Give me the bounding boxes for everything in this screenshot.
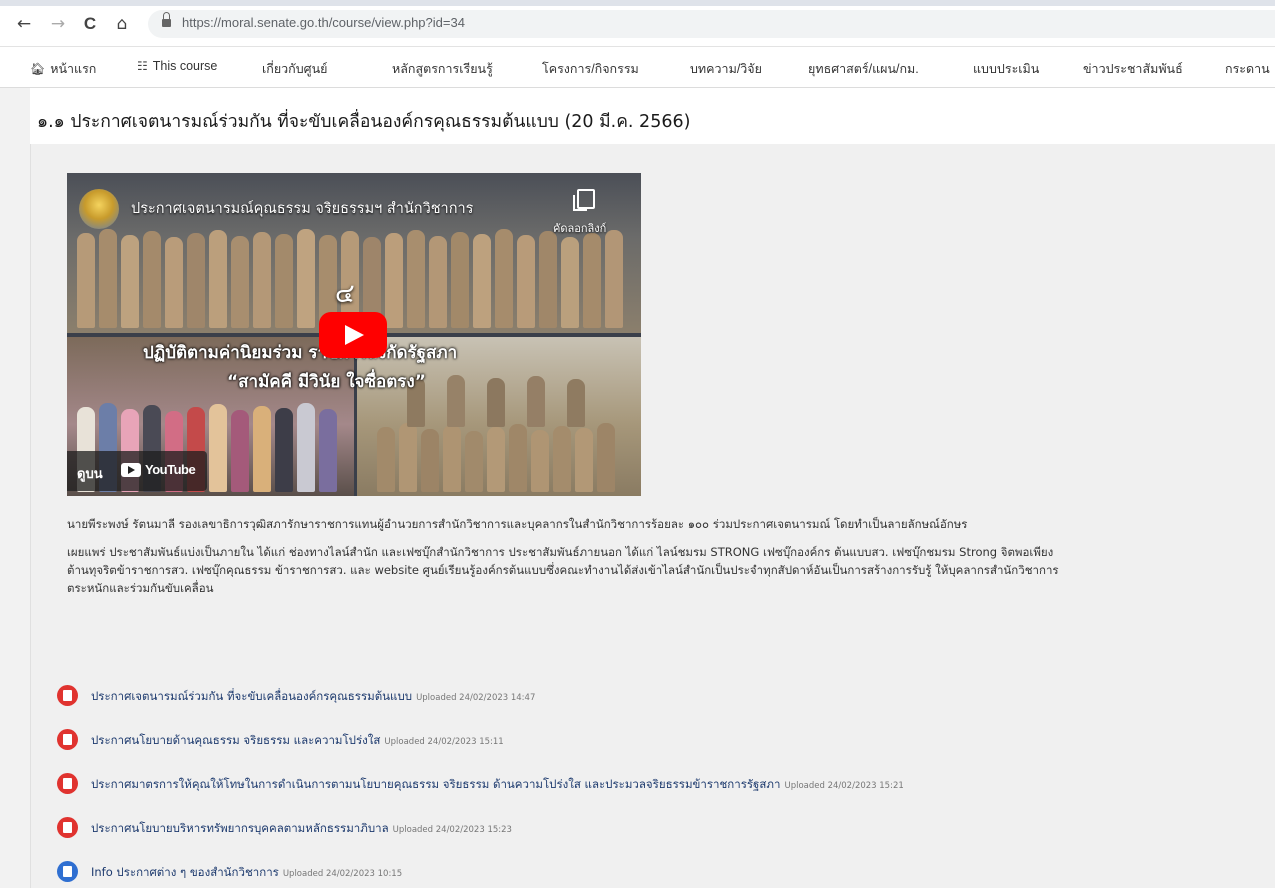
- nav-item-board[interactable]: กระดาน: [1225, 59, 1270, 79]
- description-paragraph-2-line1: เผยแพร่ ประชาสัมพันธ์แบ่งเป็นภายใน ได้แก…: [67, 545, 1054, 559]
- url-text[interactable]: https://moral.senate.go.th/course/view.p…: [182, 15, 465, 30]
- home-icon[interactable]: ⌂: [112, 14, 132, 34]
- nav-item-projects[interactable]: โครงการ/กิจกรรม: [542, 59, 639, 79]
- attachment-name[interactable]: ประกาศนโยบายบริหารทรัพยากรบุคคลตามหลักธร…: [91, 821, 389, 835]
- play-icon[interactable]: [319, 312, 387, 358]
- description-paragraph-2-line3: ตระหนักและร่วมกันขับเคลื่อน: [67, 581, 214, 595]
- video-overlay-line2: “สามัคคี มีวินัย ใจซื่อตรง”: [227, 372, 426, 392]
- youtube-icon: [121, 463, 141, 477]
- back-icon[interactable]: ←: [14, 14, 34, 34]
- attachment-meta: Uploaded 24/02/2023 15:21: [784, 781, 904, 791]
- pdf-icon: [57, 773, 78, 794]
- pdf-icon: [57, 817, 78, 838]
- document-icon: [57, 861, 78, 882]
- video-title[interactable]: ประกาศเจตนารมณ์คุณธรรม จริยธรรมฯ สำนักวิ…: [131, 197, 473, 220]
- attachment-name[interactable]: ประกาศนโยบายด้านคุณธรรม จริยธรรม และความ…: [91, 733, 380, 747]
- site-navbar: 🏠︎ หน้าแรก ☷ This course เกี่ยวกับศูนย์ หล…: [0, 47, 1275, 88]
- attachment-name[interactable]: ประกาศมาตรการให้คุณให้โทษในการดำเนินการต…: [91, 777, 780, 791]
- thai-number-overlay: ๔: [335, 279, 355, 309]
- pdf-icon: [57, 729, 78, 750]
- attachment-name[interactable]: ประกาศเจตนารมณ์ร่วมกัน ที่จะขับเคลื่อนอง…: [91, 689, 412, 703]
- home-icon: 🏠︎: [30, 62, 46, 76]
- nav-item-about[interactable]: เกี่ยวกับศูนย์: [262, 59, 328, 79]
- description-paragraph-1: นายพีระพงษ์ รัตนมาลี รองเลขาธิการวุฒิสภา…: [67, 517, 968, 531]
- nav-item-curriculum[interactable]: หลักสูตรการเรียนรู้: [392, 59, 493, 79]
- pdf-icon: [57, 685, 78, 706]
- sitemap-icon: ☷: [137, 59, 148, 73]
- tab-strip-edge: [0, 0, 1275, 6]
- copy-link-icon[interactable]: [573, 189, 595, 211]
- nav-item-home[interactable]: 🏠︎ หน้าแรก: [30, 59, 96, 79]
- attachment-meta: Uploaded 24/02/2023 15:23: [392, 825, 512, 835]
- address-bar[interactable]: https://moral.senate.go.th/course/view.p…: [148, 10, 1275, 38]
- nav-item-articles[interactable]: บทความ/วิจัย: [690, 59, 762, 79]
- video-overlay-line1: ปฏิบัติตามค่านิยมร่วม ราชการสังกัดรัฐสภา: [143, 343, 458, 363]
- description-paragraph-2-line2: ต้านทุจริตข้าราชการสว. เฟซบุ๊กคุณธรรม ข้…: [67, 563, 1059, 577]
- page-title: ๑.๑ ประกาศเจตนารมณ์ร่วมกัน ที่จะขับเคลื่…: [37, 112, 691, 132]
- youtube-embed[interactable]: ประกาศเจตนารมณ์คุณธรรม จริยธรรมฯ สำนักวิ…: [67, 173, 641, 496]
- lock-icon[interactable]: [162, 12, 171, 27]
- watch-on-label: ดูบน: [77, 467, 103, 482]
- forward-icon[interactable]: →: [48, 14, 68, 34]
- youtube-label: YouTube: [145, 462, 196, 477]
- reload-icon[interactable]: C: [80, 14, 100, 34]
- attachment-name[interactable]: Info ประกาศต่าง ๆ ของสำนักวิชาการ: [91, 865, 279, 879]
- browser-toolbar: ← → C ⌂ https://moral.senate.go.th/cours…: [0, 0, 1275, 47]
- attachment-meta: Uploaded 24/02/2023 15:11: [384, 737, 504, 747]
- channel-logo[interactable]: [79, 189, 119, 229]
- attachment-meta: Uploaded 24/02/2023 10:15: [282, 869, 403, 879]
- copy-link-label[interactable]: คัดลอกลิงก์: [553, 219, 606, 237]
- nav-item-strategy[interactable]: ยุทธศาสตร์/แผน/กม.: [808, 59, 919, 79]
- nav-item-this-course[interactable]: ☷ This course: [137, 59, 217, 73]
- nav-item-news[interactable]: ข่าวประชาสัมพันธ์: [1083, 59, 1183, 79]
- attachment-meta: Uploaded 24/02/2023 14:47: [416, 693, 536, 703]
- watch-on-youtube-button[interactable]: ดูบน YouTube: [67, 451, 207, 491]
- nav-item-assessment[interactable]: แบบประเมิน: [973, 59, 1039, 79]
